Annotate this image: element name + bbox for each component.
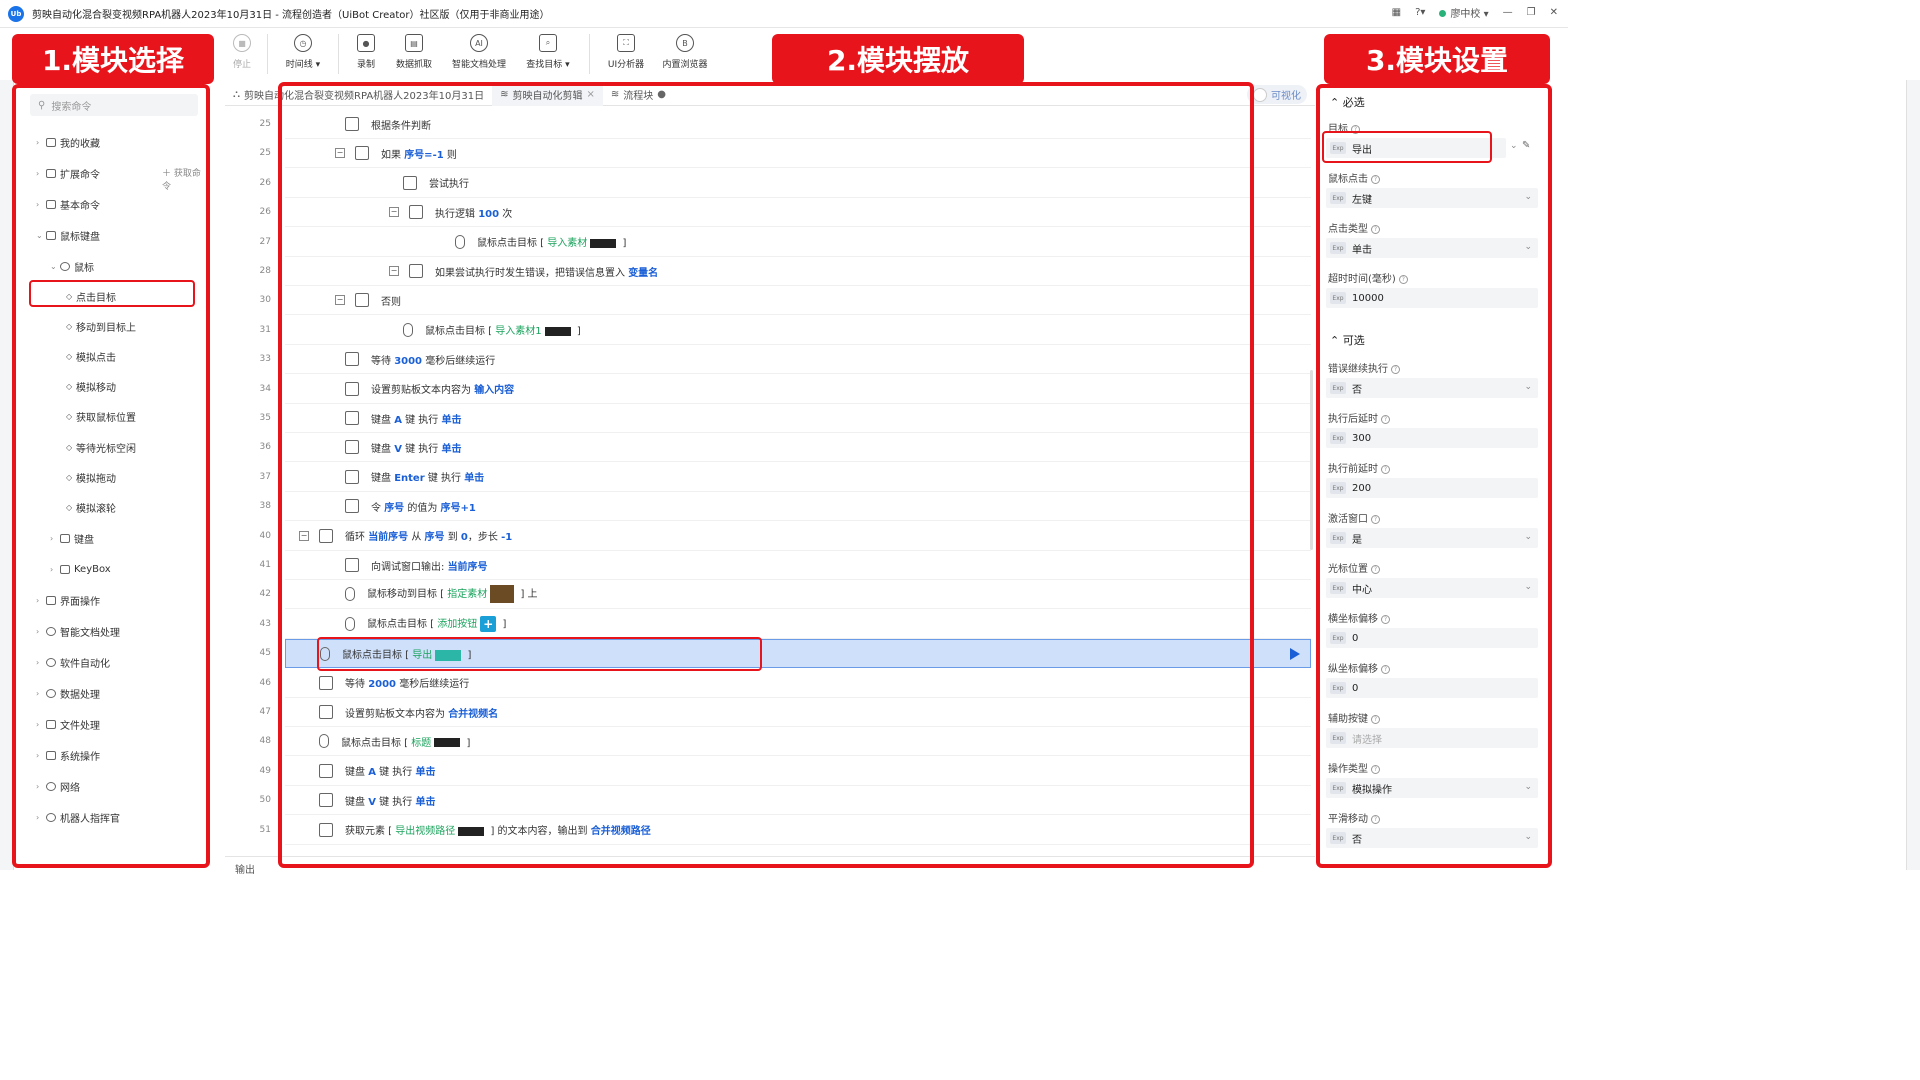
line-number: 42: [259, 589, 271, 600]
banner-module-settings: 3.模块设置: [1324, 34, 1550, 84]
line-number: 26: [259, 177, 271, 188]
line-number: 38: [259, 501, 271, 512]
data-scrape-button[interactable]: ▤ 数据抓取: [385, 28, 443, 80]
smart-doc-label: 智能文档处理: [451, 60, 506, 70]
ui-analyzer-icon: ⛶: [617, 34, 635, 52]
data-scrape-icon: ▤: [405, 34, 423, 52]
right-side-strip[interactable]: [1906, 80, 1920, 870]
help-icon[interactable]: ?▾: [1415, 7, 1425, 18]
line-number: 47: [259, 707, 271, 717]
ai-doc-icon: AI: [470, 34, 488, 52]
timeline-button[interactable]: ◷ 时间线 ▾: [276, 28, 330, 80]
line-number: 31: [259, 324, 271, 335]
line-number: 41: [259, 560, 271, 570]
app-logo-icon: Ub: [8, 5, 24, 22]
project-icon: ⛬: [233, 89, 240, 100]
toolbar: ■ 停止 ◷ 时间线 ▾ ● 录制 ▤ 数据抓取 AI 智能文档处理 ⌕ 查找目…: [225, 28, 765, 80]
record-icon: ●: [357, 34, 375, 52]
line-number: 40: [259, 530, 271, 541]
toolbar-divider: [589, 34, 590, 74]
highlight-click-target-item: [29, 280, 195, 307]
stop-label: 停止: [232, 60, 251, 70]
line-number: 34: [259, 383, 271, 394]
line-number: 51: [259, 824, 271, 835]
line-number: 25: [259, 119, 271, 129]
highlight-properties-panel: [1316, 84, 1552, 868]
data-scrape-label: 数据抓取: [395, 60, 432, 70]
line-number: 48: [259, 736, 271, 747]
run-from-here-icon[interactable]: [1290, 648, 1300, 661]
line-number: 25: [259, 148, 271, 159]
stop-icon: ■: [233, 34, 251, 52]
record-button[interactable]: ● 录制: [347, 28, 385, 80]
toolbar-divider: [338, 34, 339, 74]
line-number: 50: [259, 795, 271, 806]
user-menu[interactable]: 廖中校 ▾: [1439, 5, 1489, 20]
title-bar-controls: ▦ ?▾ 廖中校 ▾ — ❐ ✕: [1392, 5, 1558, 20]
line-number: 49: [259, 765, 271, 776]
find-target-icon: ⌕: [539, 34, 557, 52]
minimize-icon[interactable]: —: [1503, 7, 1513, 18]
window-title: 剪映自动化混合裂变视频RPA机器人2023年10月31日 - 流程创造者（UiB…: [32, 10, 550, 21]
highlight-command-panel: [12, 84, 210, 868]
stop-button[interactable]: ■ 停止: [225, 28, 259, 80]
line-number: 43: [259, 618, 271, 629]
highlight-flow-editor: [278, 82, 1254, 868]
line-number: 26: [259, 207, 271, 218]
line-number: 27: [259, 236, 271, 247]
toggle-knob: [1253, 87, 1267, 102]
browser-button[interactable]: B 内置浏览器: [654, 28, 716, 80]
line-number: 37: [259, 471, 271, 482]
line-number: 45: [259, 648, 271, 659]
clock-icon: ◷: [294, 34, 312, 52]
highlight-selected-row: [317, 637, 762, 671]
online-status-icon: [1439, 10, 1447, 17]
user-name: 廖中校: [1450, 9, 1481, 20]
visualize-label: 可视化: [1271, 91, 1301, 102]
find-target-button[interactable]: ⌕ 查找目标 ▾: [515, 28, 581, 80]
line-number: 35: [259, 413, 271, 423]
line-number: 28: [259, 266, 271, 276]
line-number: 36: [259, 442, 271, 453]
find-target-label: 查找目标 ▾: [526, 60, 570, 70]
browser-label: 内置浏览器: [662, 60, 708, 70]
output-label: 输出: [235, 865, 255, 876]
banner-module-select: 1.模块选择: [12, 34, 214, 84]
layout-icon[interactable]: ▦: [1392, 7, 1401, 18]
ui-analyzer-label: UI分析器: [607, 60, 645, 70]
banner-module-place: 2.模块摆放: [772, 34, 1024, 84]
ui-analyzer-button[interactable]: ⛶ UI分析器: [598, 28, 654, 80]
timeline-label: 时间线 ▾: [285, 60, 321, 70]
browser-icon: B: [676, 34, 694, 52]
line-number: 46: [259, 677, 271, 688]
record-label: 录制: [356, 60, 375, 70]
line-number-gutter: 25 25 26 26 27 28 30 31 33 34 35 36 37 38 40 41 42 43 45 46…: [225, 110, 275, 850]
maximize-icon[interactable]: ❐: [1527, 7, 1536, 18]
line-number: 30: [259, 295, 271, 306]
smart-doc-button[interactable]: AI 智能文档处理: [443, 28, 515, 80]
visualize-toggle[interactable]: 可视化: [1247, 85, 1307, 104]
highlight-target-field: [1322, 131, 1492, 163]
line-number: 33: [259, 354, 271, 365]
flow-scrollbar[interactable]: [1310, 370, 1313, 550]
close-icon[interactable]: ✕: [1550, 7, 1558, 18]
title-bar: Ub 剪映自动化混合裂变视频RPA机器人2023年10月31日 - 流程创造者（…: [0, 0, 1568, 28]
toolbar-divider: [267, 34, 268, 74]
